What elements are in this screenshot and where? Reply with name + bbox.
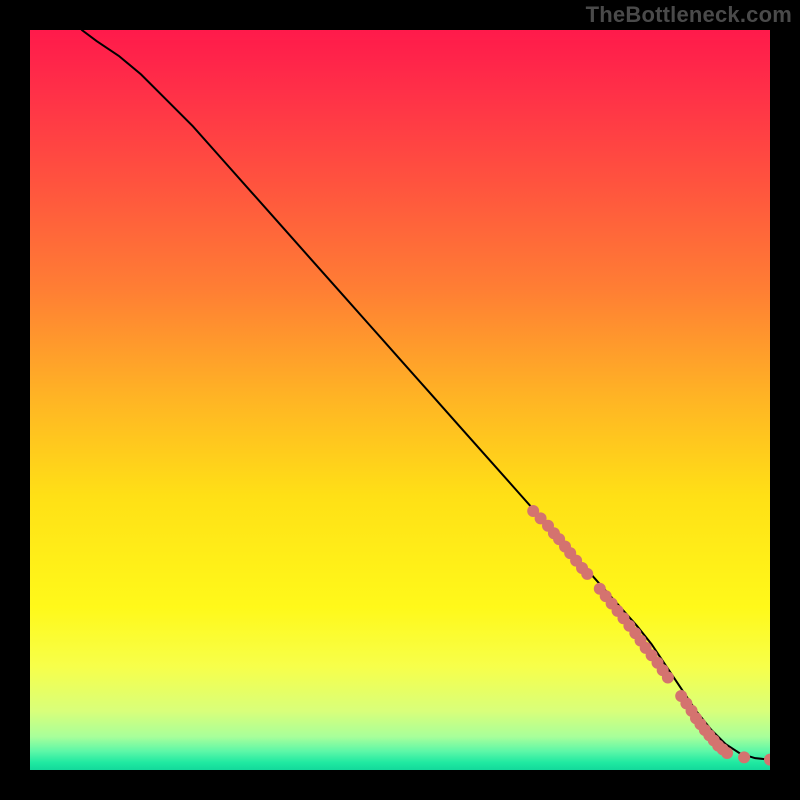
plot-area — [30, 30, 770, 770]
scatter-point — [662, 672, 674, 684]
watermark-text: TheBottleneck.com — [586, 2, 792, 28]
scatter-point — [738, 751, 750, 763]
scatter-point — [581, 568, 593, 580]
plot-svg — [30, 30, 770, 770]
scatter-point — [721, 747, 733, 759]
chart-frame: TheBottleneck.com — [0, 0, 800, 800]
